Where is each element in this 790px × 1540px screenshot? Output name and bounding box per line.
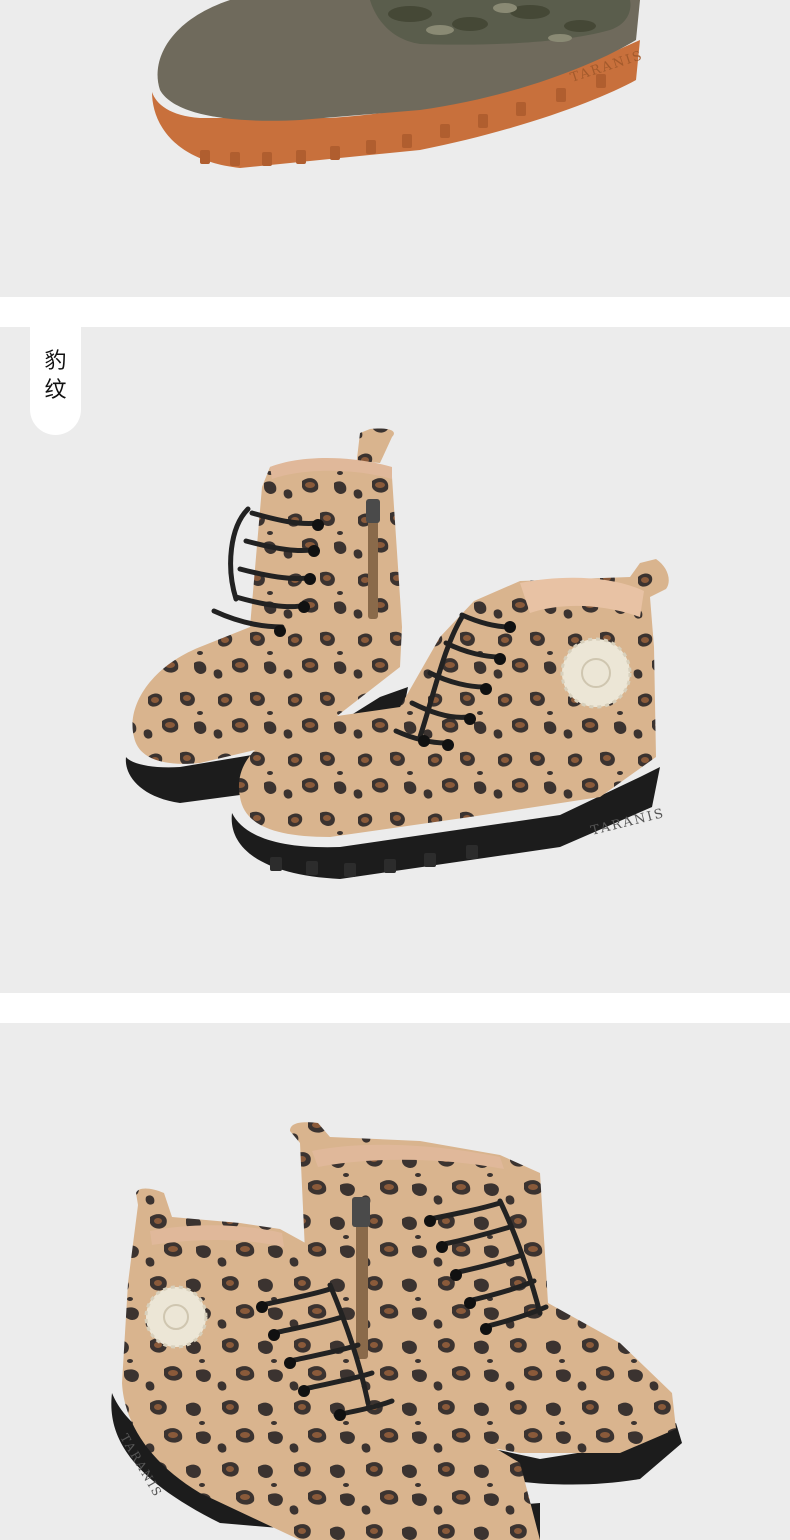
camo-boot-image: TARANIS [152, 0, 645, 168]
color-variant-tag: 豹纹 [30, 327, 81, 435]
leopard-boots-image-2: TARANIS [111, 1122, 682, 1540]
leopard-boots-image-1: TARANIS [125, 428, 669, 879]
leopard-boots-panel-1: TARANIS 豹纹 [0, 327, 790, 993]
camo-boot-panel: TARANIS [0, 0, 790, 297]
leopard-boots-panel-2: TARANIS [0, 1023, 790, 1540]
sun-patch-icon [144, 1285, 208, 1349]
sun-patch-icon [560, 637, 632, 709]
color-variant-label: 豹纹 [44, 349, 67, 403]
